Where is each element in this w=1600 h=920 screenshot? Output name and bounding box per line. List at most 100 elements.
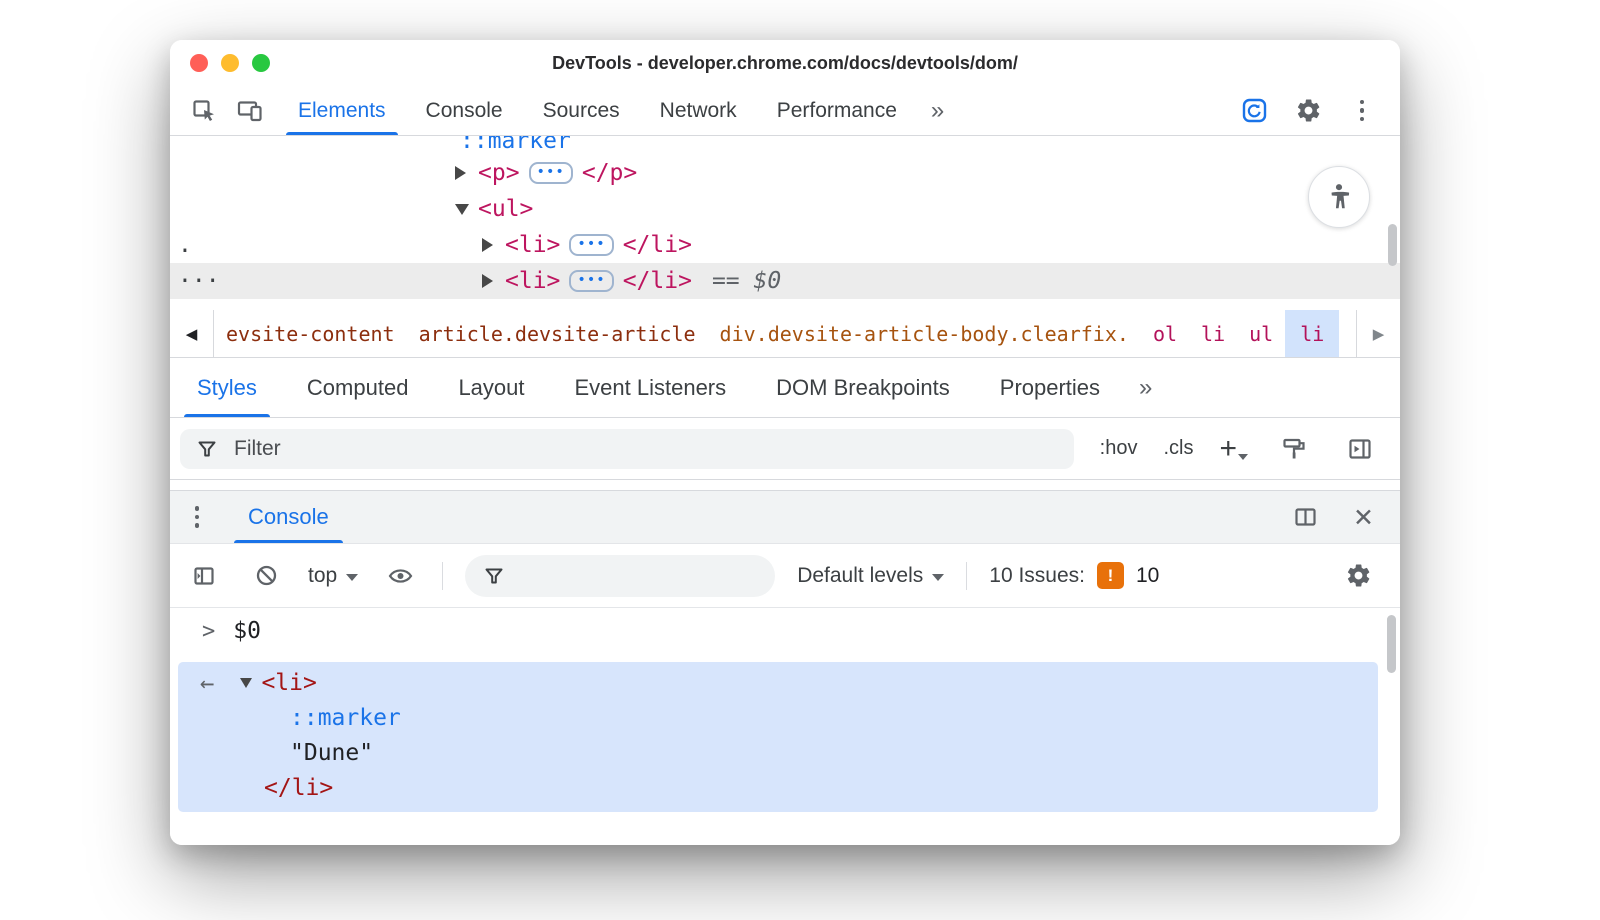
breadcrumb-item[interactable]: ul bbox=[1237, 310, 1285, 357]
tab-event-listeners[interactable]: Event Listeners bbox=[550, 358, 752, 417]
devtools-window: DevTools - developer.chrome.com/docs/dev… bbox=[170, 40, 1400, 845]
more-panel-tabs-icon[interactable]: » bbox=[1125, 358, 1168, 417]
result-close-tag-row[interactable]: </li> bbox=[264, 770, 333, 805]
toggle-device-toolbar-icon[interactable] bbox=[230, 91, 270, 131]
reveal-in-elements-arrow-icon[interactable]: ← bbox=[200, 669, 214, 697]
panel-tab-strip: Elements Console Sources Network Perform… bbox=[278, 86, 917, 135]
breadcrumb-item[interactable]: div.devsite-article-body.clearfix. bbox=[708, 310, 1141, 357]
more-options-kebab-icon[interactable] bbox=[1342, 91, 1382, 131]
breadcrumb-item-selected[interactable]: li bbox=[1285, 310, 1339, 357]
minimize-window-button[interactable] bbox=[221, 54, 239, 72]
result-marker-row[interactable]: ::marker bbox=[290, 700, 401, 735]
issues-warning-icon: ! bbox=[1097, 562, 1124, 589]
disclosure-triangle-icon[interactable] bbox=[482, 274, 493, 288]
breadcrumb-item[interactable]: evsite-content bbox=[214, 310, 407, 357]
toggle-hover-state-button[interactable]: :hov bbox=[1100, 437, 1138, 460]
issues-counter[interactable]: 10 Issues: ! 10 bbox=[989, 562, 1159, 589]
drawer-menu-kebab-icon[interactable] bbox=[170, 491, 224, 543]
inline-expand-icon[interactable]: ••• bbox=[529, 162, 573, 184]
window-title: DevTools - developer.chrome.com/docs/dev… bbox=[552, 53, 1018, 74]
clear-console-icon[interactable] bbox=[246, 556, 286, 596]
window-controls bbox=[190, 54, 270, 72]
tab-performance[interactable]: Performance bbox=[757, 86, 917, 135]
dropdown-caret-icon bbox=[346, 574, 358, 581]
dom-node-li-2-selected[interactable]: <li> ••• </li> == $0 bbox=[170, 263, 1400, 299]
tab-elements[interactable]: Elements bbox=[278, 86, 406, 135]
breadcrumb-item[interactable]: ol bbox=[1141, 310, 1189, 357]
filter-funnel-icon bbox=[483, 565, 505, 587]
tab-dom-breakpoints[interactable]: DOM Breakpoints bbox=[751, 358, 975, 417]
dom-node-p[interactable]: <p> ••• </p> bbox=[170, 155, 1400, 191]
live-expression-eye-icon[interactable] bbox=[380, 556, 420, 596]
close-window-button[interactable] bbox=[190, 54, 208, 72]
dropdown-caret-icon bbox=[932, 574, 944, 581]
devtools-main-toolbar: Elements Console Sources Network Perform… bbox=[170, 86, 1400, 136]
tab-console[interactable]: Console bbox=[406, 86, 523, 135]
inspect-element-icon[interactable] bbox=[184, 91, 224, 131]
filter-funnel-icon bbox=[196, 438, 218, 460]
styles-filter-field[interactable] bbox=[180, 429, 1074, 469]
console-prompt-chevron-icon: > bbox=[202, 619, 215, 644]
log-levels-selector[interactable]: Default levels bbox=[797, 564, 944, 588]
dom-tree-scrollbar-thumb[interactable] bbox=[1388, 224, 1397, 266]
close-drawer-icon[interactable]: ✕ bbox=[1353, 503, 1374, 532]
tab-computed[interactable]: Computed bbox=[282, 358, 434, 417]
console-result-highlighted[interactable]: ← <li> ::marker "Dune" </li> bbox=[178, 662, 1378, 812]
console-sidebar-icon[interactable] bbox=[184, 556, 224, 596]
titlebar: DevTools - developer.chrome.com/docs/dev… bbox=[170, 40, 1400, 86]
disclosure-triangle-icon[interactable] bbox=[482, 238, 493, 252]
inline-expand-icon[interactable]: ••• bbox=[569, 234, 613, 256]
dropdown-caret-icon bbox=[1238, 454, 1248, 460]
console-reference-hint: == $0 bbox=[712, 268, 781, 294]
disclosure-triangle-icon[interactable] bbox=[455, 166, 466, 180]
dom-breadcrumb-bar: ◀ evsite-content article.devsite-article… bbox=[170, 310, 1400, 358]
clipped-text-fragment: ... bbox=[178, 262, 220, 288]
console-command-row[interactable]: > $0 bbox=[170, 608, 1400, 654]
breadcrumb-scroll-left-icon[interactable]: ◀ bbox=[170, 310, 214, 357]
clipped-text-fragment: . bbox=[178, 232, 192, 258]
desktop-background: DevTools - developer.chrome.com/docs/dev… bbox=[0, 0, 1600, 920]
execution-context-selector[interactable]: top bbox=[308, 564, 358, 588]
styles-panel-tab-strip: Styles Computed Layout Event Listeners D… bbox=[170, 358, 1400, 418]
toggle-class-button[interactable]: .cls bbox=[1163, 437, 1193, 460]
tab-properties[interactable]: Properties bbox=[975, 358, 1125, 417]
settings-gear-icon[interactable] bbox=[1288, 91, 1328, 131]
toolbar-divider bbox=[966, 562, 967, 590]
zoom-window-button[interactable] bbox=[252, 54, 270, 72]
console-filter-field[interactable] bbox=[465, 555, 775, 597]
accessibility-person-button[interactable] bbox=[1308, 166, 1370, 228]
styles-pane-empty-area bbox=[170, 480, 1400, 490]
breadcrumb-scroll-right-icon[interactable]: ▶ bbox=[1356, 310, 1400, 357]
dom-node-ul[interactable]: <ul> bbox=[170, 191, 1400, 227]
toolbar-left-icons bbox=[170, 86, 278, 135]
tab-network[interactable]: Network bbox=[640, 86, 757, 135]
console-drawer-header: Console ✕ bbox=[170, 490, 1400, 544]
new-style-rule-button[interactable]: + bbox=[1219, 436, 1248, 462]
result-open-tag-row[interactable]: ← <li> bbox=[200, 665, 317, 700]
dom-node-li-1[interactable]: <li> ••• </li> bbox=[170, 227, 1400, 263]
result-text-row[interactable]: "Dune" bbox=[290, 735, 373, 770]
pseudo-element-label: ::marker bbox=[460, 136, 571, 154]
tab-sources[interactable]: Sources bbox=[523, 86, 640, 135]
console-output-area: > $0 ← <li> ::marker "Dune" </li> bbox=[170, 608, 1400, 845]
tab-layout[interactable]: Layout bbox=[433, 358, 549, 417]
split-panel-icon[interactable] bbox=[1285, 497, 1325, 537]
elements-dom-tree: ::marker <p> ••• </p> <ul> <li> ••• </li… bbox=[170, 136, 1400, 310]
inline-expand-icon[interactable]: ••• bbox=[569, 270, 613, 292]
breadcrumb-item[interactable]: article.devsite-article bbox=[407, 310, 708, 357]
disclosure-triangle-icon[interactable] bbox=[455, 204, 469, 215]
accessibility-person-icon bbox=[1323, 181, 1355, 213]
console-settings-gear-icon[interactable] bbox=[1338, 556, 1378, 596]
devtools-sync-icon[interactable] bbox=[1234, 91, 1274, 131]
more-tabs-icon[interactable]: » bbox=[917, 86, 960, 135]
drawer-tab-console[interactable]: Console bbox=[228, 491, 349, 543]
disclosure-triangle-icon[interactable] bbox=[240, 678, 252, 688]
styles-filter-bar: :hov .cls + bbox=[170, 418, 1400, 480]
console-command-text: $0 bbox=[233, 618, 261, 644]
styles-filter-input[interactable] bbox=[234, 437, 1058, 461]
rendering-brush-icon[interactable] bbox=[1274, 429, 1314, 469]
breadcrumb-item[interactable]: li bbox=[1189, 310, 1237, 357]
console-scrollbar-thumb[interactable] bbox=[1387, 615, 1396, 673]
toggle-sidebar-icon[interactable] bbox=[1340, 429, 1380, 469]
tab-styles[interactable]: Styles bbox=[172, 358, 282, 417]
